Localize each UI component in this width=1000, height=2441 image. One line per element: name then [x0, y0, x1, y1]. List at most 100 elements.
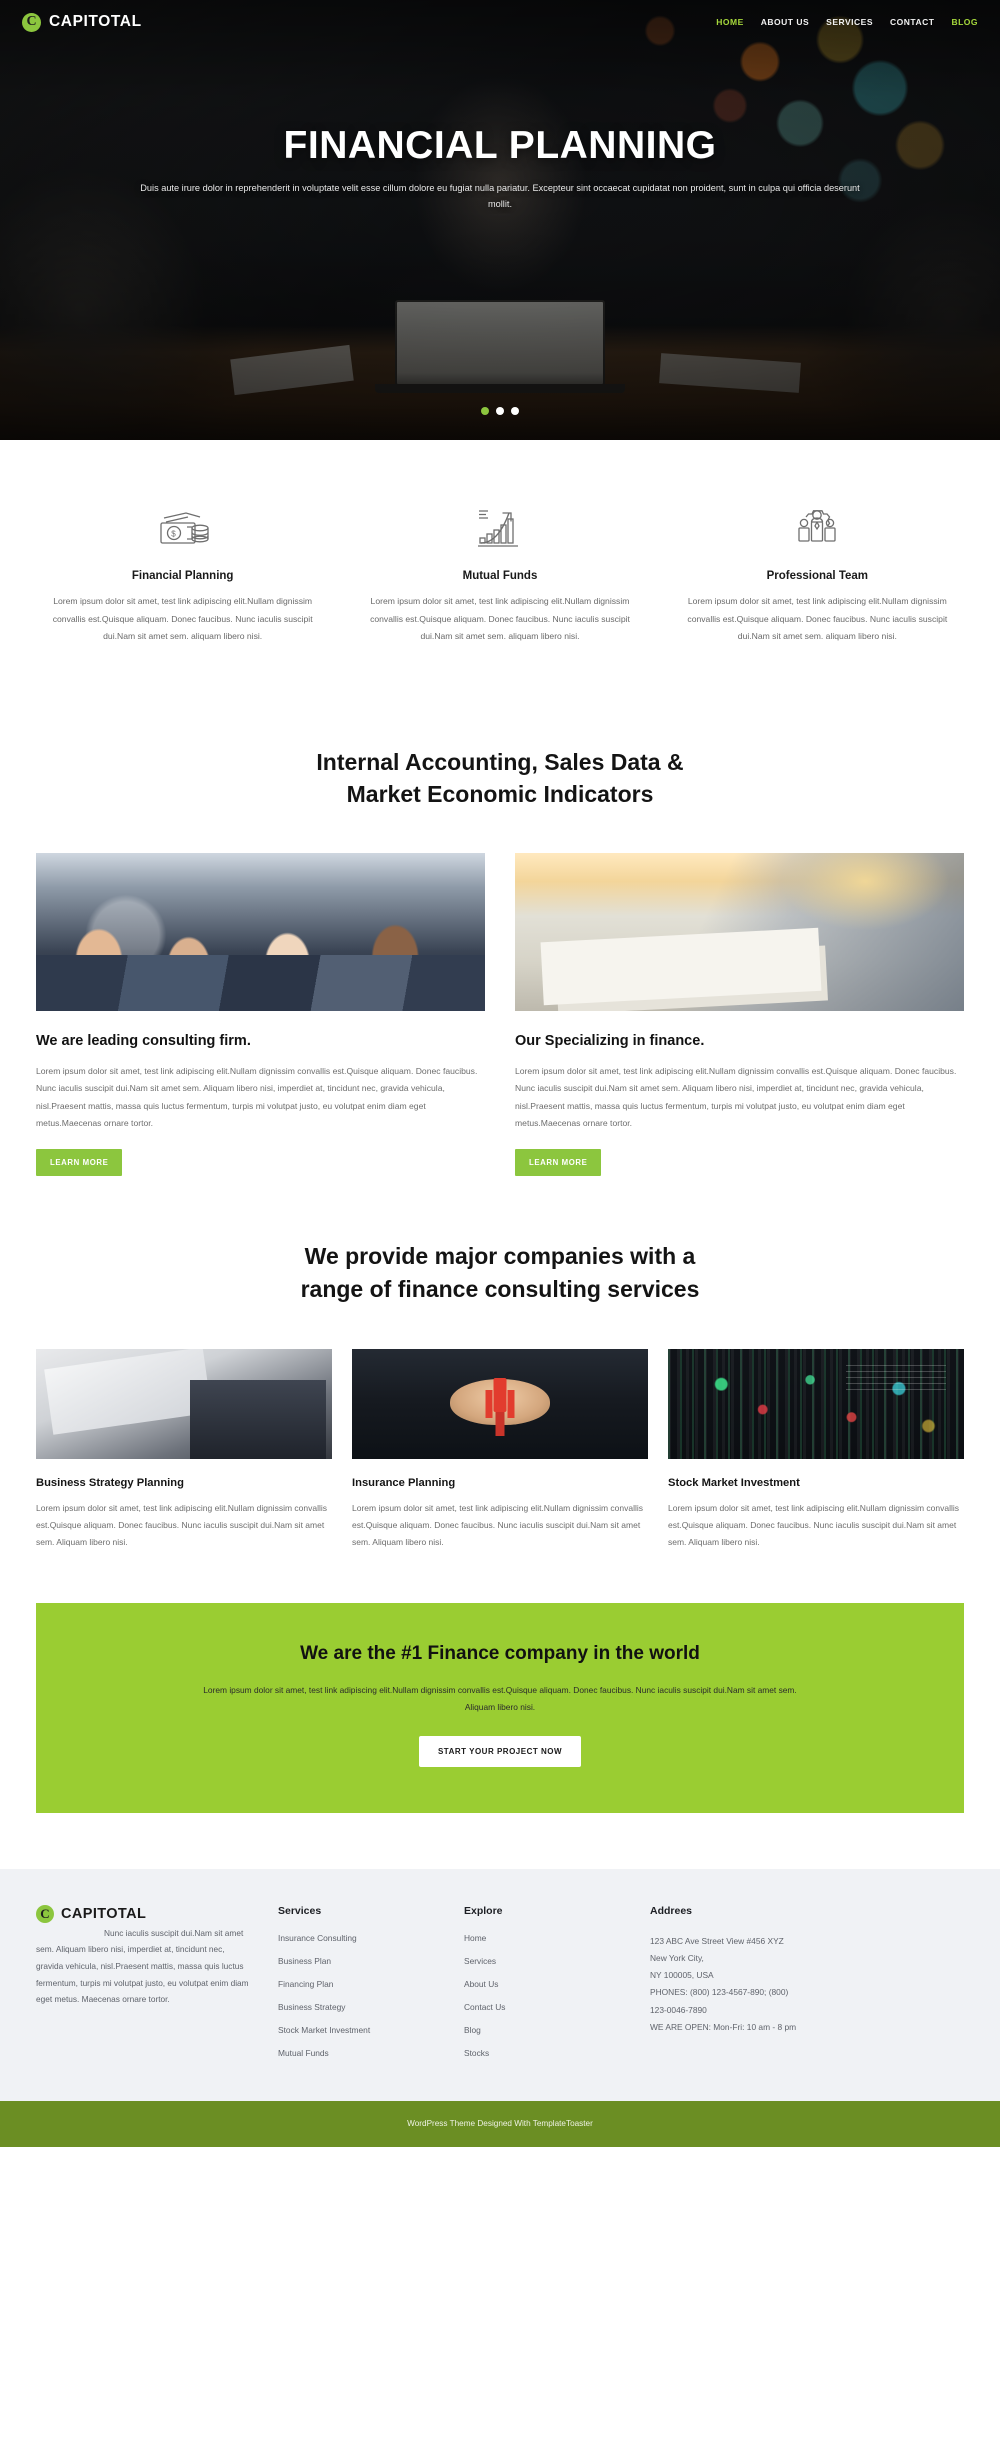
cta-text: Lorem ipsum dolor sit amet, test link ad… — [203, 1685, 797, 1713]
footer-column-explore: Explore Home Services About Us Contact U… — [464, 1905, 626, 2071]
team-gear-icon — [685, 500, 950, 556]
desk-meeting-photo — [515, 853, 964, 1012]
hero-overlay — [0, 0, 1000, 440]
about-column-finance: Our Specializing in finance. Lorem ipsum… — [515, 853, 964, 1176]
about-heading-line-2: Market Economic Indicators — [346, 781, 654, 808]
laptop-handshake-photo — [36, 1349, 332, 1460]
feature-text: Lorem ipsum dolor sit amet, test link ad… — [52, 596, 313, 642]
nav-item-services[interactable]: SERVICES — [826, 17, 873, 27]
footer-link-contact-us[interactable]: Contact Us — [464, 2002, 626, 2012]
feature-professional-team: Professional Team Lorem ipsum dolor sit … — [671, 500, 964, 646]
feature-title: Professional Team — [766, 570, 869, 582]
growth-chart-arrow-icon — [367, 500, 632, 556]
footer-credit-text: WordPress Theme Designed With TemplateTo… — [407, 2119, 593, 2129]
logo-circle-icon: C — [22, 12, 41, 32]
services-section: We provide major companies with a range … — [0, 1176, 1000, 1551]
footer-column-address: Addrees 123 ABC Ave Street View #456 XYZ… — [650, 1905, 880, 2071]
about-column-consulting: We are leading consulting firm. Lorem ip… — [36, 853, 485, 1176]
footer-logo-circle-icon: C — [36, 1904, 54, 1923]
hero-section: C CAPITOTAL HOME ABOUT US SERVICES CONTA… — [0, 0, 1000, 440]
footer-logo[interactable]: C CAPITOTAL — [36, 1904, 254, 1923]
site-logo[interactable]: C CAPITOTAL — [22, 12, 142, 32]
footer-about-text: Nunc iaculis suscipit dui.Nam sit amet s… — [36, 1927, 249, 2005]
about-section-heading: Internal Accounting, Sales Data & Market… — [0, 746, 1000, 811]
footer-phone-line: PHONES: (800) 123-4567-890; (800) — [650, 1987, 789, 1998]
service-card-text: Lorem ipsum dolor sit amet, test link ad… — [352, 1503, 644, 1548]
services-heading-line-2: range of finance consulting services — [300, 1275, 700, 1302]
services-section-heading: We provide major companies with a range … — [0, 1240, 1000, 1305]
service-card-text: Lorem ipsum dolor sit amet, test link ad… — [36, 1503, 328, 1548]
slider-dot-1[interactable] — [481, 407, 489, 415]
footer-hours-line: WE ARE OPEN: Mon-Fri: 10 am - 8 pm — [650, 2021, 797, 2032]
feature-financial-planning: $ Financial Planning Lorem ipsum dolor s… — [36, 500, 329, 646]
footer-address-line: NY 100005, USA — [650, 1970, 714, 1981]
hero-content: FINANCIAL PLANNING Duis aute irure dolor… — [0, 124, 1000, 212]
feature-text: Lorem ipsum dolor sit amet, test link ad… — [370, 596, 630, 642]
service-card-stock-market[interactable]: Stock Market Investment Lorem ipsum dolo… — [668, 1349, 964, 1551]
footer-heading-explore: Explore — [464, 1904, 503, 1917]
feature-mutual-funds: Mutual Funds Lorem ipsum dolor sit amet,… — [353, 500, 646, 646]
footer-link-insurance-consulting[interactable]: Insurance Consulting — [278, 1933, 440, 1943]
about-column-title: We are leading consulting firm. — [36, 1033, 251, 1050]
hero-slider-dots — [481, 407, 519, 415]
service-card-title: Business Strategy Planning — [36, 1477, 184, 1490]
cta-banner: We are the #1 Finance company in the wor… — [36, 1603, 964, 1813]
hero-title: FINANCIAL PLANNING — [283, 124, 717, 167]
hero-subtitle: Duis aute irure dolor in reprehenderit i… — [140, 182, 860, 210]
cta-title: We are the #1 Finance company in the wor… — [300, 1643, 700, 1665]
footer-link-business-plan[interactable]: Business Plan — [278, 1956, 440, 1966]
footer-address-line: 123 ABC Ave Street View #456 XYZ — [650, 1935, 784, 1946]
footer-link-blog[interactable]: Blog — [464, 2025, 626, 2035]
svg-text:$: $ — [171, 530, 176, 539]
stock-ticker-board-photo — [668, 1349, 964, 1460]
protecting-hands-family-photo — [352, 1349, 648, 1460]
features-section: $ Financial Planning Lorem ipsum dolor s… — [0, 440, 1000, 710]
service-card-title: Insurance Planning — [352, 1477, 456, 1490]
services-heading-line-1: We provide major companies with a — [304, 1242, 696, 1269]
footer-link-services[interactable]: Services — [464, 1956, 626, 1966]
site-header: C CAPITOTAL HOME ABOUT US SERVICES CONTA… — [0, 0, 1000, 44]
learn-more-button[interactable]: LEARN MORE — [515, 1148, 602, 1176]
feature-title: Mutual Funds — [462, 570, 538, 582]
footer-brand-column: C CAPITOTAL Nunc iaculis suscipit dui.Na… — [36, 1904, 254, 2071]
footer-link-mutual-funds[interactable]: Mutual Funds — [278, 2048, 440, 2058]
about-column-title: Our Specializing in finance. — [515, 1033, 705, 1050]
about-column-text: Lorem ipsum dolor sit amet, test link ad… — [515, 1066, 957, 1128]
footer-link-stocks[interactable]: Stocks — [464, 2048, 626, 2058]
about-column-text: Lorem ipsum dolor sit amet, test link ad… — [36, 1066, 478, 1128]
feature-text: Lorem ipsum dolor sit amet, test link ad… — [687, 596, 948, 642]
nav-item-contact[interactable]: CONTACT — [890, 17, 934, 27]
start-your-project-button[interactable]: START YOUR PROJECT NOW — [418, 1735, 582, 1767]
service-card-insurance[interactable]: Insurance Planning Lorem ipsum dolor sit… — [352, 1349, 648, 1551]
footer-link-home[interactable]: Home — [464, 1933, 626, 1943]
footer-phone-line: 123-0046-7890 — [650, 2004, 707, 2015]
feature-title: Financial Planning — [131, 570, 234, 582]
site-footer: C CAPITOTAL Nunc iaculis suscipit dui.Na… — [0, 1868, 1000, 2101]
main-navigation: HOME ABOUT US SERVICES CONTACT BLOG — [716, 17, 978, 27]
footer-link-financing-plan[interactable]: Financing Plan — [278, 1979, 440, 1989]
about-heading-line-1: Internal Accounting, Sales Data & — [316, 748, 684, 775]
footer-link-business-strategy[interactable]: Business Strategy — [278, 2002, 440, 2012]
footer-bottom-bar: WordPress Theme Designed With TemplateTo… — [0, 2100, 1000, 2147]
slider-dot-2[interactable] — [496, 407, 504, 415]
footer-logo-text: CAPITOTAL — [61, 1905, 147, 1922]
footer-link-stock-market-investment[interactable]: Stock Market Investment — [278, 2025, 440, 2035]
footer-link-about-us[interactable]: About Us — [464, 1979, 626, 1989]
about-section: Internal Accounting, Sales Data & Market… — [0, 710, 1000, 1176]
about-columns: We are leading consulting firm. Lorem ip… — [0, 811, 1000, 1176]
footer-heading-services: Services — [278, 1904, 322, 1917]
service-card-business-strategy[interactable]: Business Strategy Planning Lorem ipsum d… — [36, 1349, 332, 1551]
service-card-text: Lorem ipsum dolor sit amet, test link ad… — [668, 1503, 960, 1548]
slider-dot-3[interactable] — [511, 407, 519, 415]
cta-wrapper: We are the #1 Finance company in the wor… — [0, 1551, 1000, 1813]
learn-more-button[interactable]: LEARN MORE — [36, 1148, 123, 1176]
business-networking-photo — [36, 853, 485, 1012]
services-cards: Business Strategy Planning Lorem ipsum d… — [0, 1305, 1000, 1551]
footer-column-services: Services Insurance Consulting Business P… — [278, 1905, 440, 2071]
service-card-title: Stock Market Investment — [668, 1477, 800, 1490]
nav-item-home[interactable]: HOME — [716, 17, 744, 27]
money-bills-coins-icon: $ — [50, 500, 315, 556]
nav-item-blog[interactable]: BLOG — [951, 17, 978, 27]
nav-item-about-us[interactable]: ABOUT US — [761, 17, 809, 27]
footer-heading-address: Addrees — [650, 1904, 693, 1917]
